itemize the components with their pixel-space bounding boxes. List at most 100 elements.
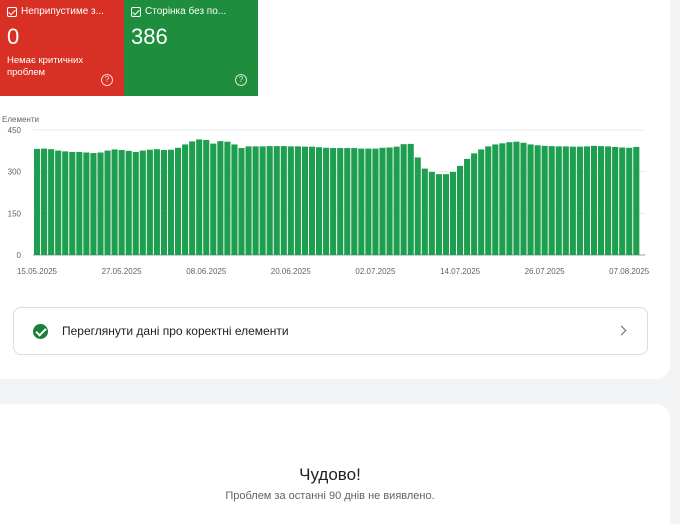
chart-bar[interactable]: [280, 146, 287, 255]
chart-bar[interactable]: [97, 152, 104, 256]
chart-bar[interactable]: [407, 143, 414, 255]
chart-bar[interactable]: [449, 171, 457, 255]
chart-bar[interactable]: [48, 149, 55, 255]
chart-bar[interactable]: [372, 148, 379, 255]
chart-bar[interactable]: [337, 148, 344, 255]
chart-bar[interactable]: [612, 146, 619, 255]
view-correct-items-label: Переглянути дані про коректні елементи: [62, 324, 289, 338]
help-icon[interactable]: ?: [235, 74, 247, 86]
chart-bar[interactable]: [534, 145, 541, 255]
chart-bar[interactable]: [287, 146, 294, 255]
chart-bar[interactable]: [175, 147, 182, 255]
chart-bar[interactable]: [633, 146, 640, 255]
chart-bar[interactable]: [55, 150, 62, 255]
chart-bar[interactable]: [34, 148, 41, 255]
chart-bar[interactable]: [83, 152, 90, 256]
checkbox-icon[interactable]: [131, 7, 141, 17]
chart-bar[interactable]: [393, 146, 400, 255]
chart-bar[interactable]: [41, 148, 48, 255]
chart-bar[interactable]: [231, 144, 238, 255]
error-tile-sublabel: Немає критичних проблем: [7, 55, 84, 78]
chart-bar[interactable]: [485, 146, 492, 255]
chart-bar[interactable]: [421, 168, 428, 255]
chart-bar[interactable]: [541, 145, 548, 255]
valid-status-tile[interactable]: Сторінка без по... 386 ?: [124, 0, 258, 96]
chart-bar[interactable]: [386, 147, 393, 256]
chart-bar[interactable]: [301, 146, 308, 255]
chart-bar[interactable]: [442, 174, 449, 255]
chart-bar[interactable]: [548, 146, 555, 255]
error-tile-label: Неприпустиме з...: [21, 6, 104, 17]
chart-bar[interactable]: [182, 144, 189, 255]
chart-bar[interactable]: [238, 148, 245, 255]
chart-bar[interactable]: [414, 157, 421, 256]
chart-bar[interactable]: [435, 174, 442, 255]
chart-bar[interactable]: [471, 153, 478, 255]
chart-bar[interactable]: [125, 150, 132, 255]
chart-bar[interactable]: [189, 141, 196, 255]
chart-bar[interactable]: [245, 146, 252, 255]
chart-bar[interactable]: [569, 146, 576, 255]
help-icon[interactable]: ?: [101, 74, 113, 86]
chart-bar[interactable]: [590, 145, 598, 255]
x-tick-label: 27.05.2025: [102, 267, 143, 276]
chart-bar[interactable]: [146, 149, 153, 255]
chart-bar[interactable]: [160, 150, 167, 255]
chart-bar[interactable]: [132, 151, 139, 255]
chart-bar[interactable]: [506, 142, 513, 255]
chart-bar[interactable]: [167, 149, 175, 255]
chart-bar[interactable]: [626, 147, 633, 255]
chart-bar[interactable]: [308, 146, 316, 255]
chart-bar[interactable]: [76, 151, 83, 255]
chart-bar[interactable]: [619, 147, 626, 256]
view-correct-items-row[interactable]: Переглянути дані про коректні елементи: [13, 307, 648, 355]
chart-bar[interactable]: [562, 146, 569, 255]
chart-bar[interactable]: [464, 158, 471, 255]
chart-bar[interactable]: [583, 146, 590, 255]
chart-bar[interactable]: [400, 144, 407, 255]
chart-bar[interactable]: [323, 147, 330, 255]
chart-bar[interactable]: [379, 147, 386, 255]
chart-bar[interactable]: [457, 165, 464, 255]
chart-bar[interactable]: [224, 141, 231, 255]
chart-bar[interactable]: [139, 150, 146, 255]
chart-bar[interactable]: [104, 150, 111, 255]
chart-bar[interactable]: [520, 142, 527, 255]
chart-bar[interactable]: [598, 146, 605, 255]
chart-bar[interactable]: [252, 146, 259, 255]
chart-bar[interactable]: [330, 148, 337, 255]
chart-bar[interactable]: [344, 148, 351, 255]
chart-bar[interactable]: [513, 141, 520, 255]
chart-bar[interactable]: [69, 151, 76, 255]
chart-bar[interactable]: [203, 140, 210, 255]
chart-bar[interactable]: [358, 148, 365, 255]
chart-bar[interactable]: [478, 149, 485, 255]
chevron-right-icon[interactable]: [616, 325, 627, 336]
chart-bar[interactable]: [365, 148, 372, 255]
chart-bar[interactable]: [62, 151, 69, 255]
chart-bar[interactable]: [351, 148, 358, 255]
chart-bar[interactable]: [266, 146, 273, 255]
chart-bar[interactable]: [499, 143, 506, 255]
chart-bar[interactable]: [527, 144, 534, 255]
chart-bar[interactable]: [605, 146, 612, 255]
chart-bar[interactable]: [111, 149, 118, 255]
chart-bar[interactable]: [90, 153, 97, 255]
x-tick-label: 02.07.2025: [355, 267, 396, 276]
checkbox-icon[interactable]: [7, 7, 17, 17]
chart-bar[interactable]: [428, 171, 435, 255]
chart-bar[interactable]: [273, 146, 280, 255]
y-axis-title: Елементи: [2, 115, 39, 124]
chart-bar[interactable]: [259, 146, 266, 255]
chart-bar[interactable]: [118, 150, 125, 255]
chart-bar[interactable]: [294, 146, 301, 255]
chart-bar[interactable]: [576, 146, 583, 255]
error-status-tile[interactable]: Неприпустиме з... 0 Немає критичних проб…: [0, 0, 124, 96]
chart-bar[interactable]: [153, 149, 160, 255]
chart-bar[interactable]: [492, 144, 499, 255]
chart-bar[interactable]: [555, 146, 562, 255]
chart-bar[interactable]: [196, 139, 203, 255]
chart-bar[interactable]: [217, 141, 224, 255]
chart-bar[interactable]: [210, 143, 217, 255]
chart-bar[interactable]: [316, 147, 323, 255]
